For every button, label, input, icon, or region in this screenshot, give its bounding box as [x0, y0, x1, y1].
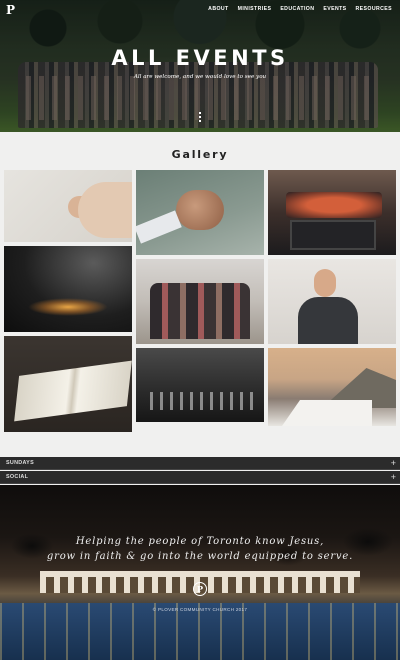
footer-banner: [0, 485, 400, 660]
gallery-image-open-bible[interactable]: [4, 336, 132, 432]
gallery-image-worship-stage[interactable]: [136, 348, 264, 422]
gallery-image-hands-prayer[interactable]: [4, 170, 132, 242]
nav-education[interactable]: EDUCATION: [280, 6, 314, 12]
hero-banner: P ABOUT MINISTRIES EDUCATION EVENTS RESO…: [0, 0, 400, 132]
footer-mission-line-2: grow in faith & go into the world equipp…: [46, 551, 354, 562]
nav-about[interactable]: ABOUT: [208, 6, 228, 12]
gallery-image-coastal-cliff[interactable]: [268, 348, 396, 426]
plus-icon: +: [390, 458, 396, 468]
hero-subtitle: All are welcome, and we would love to se…: [133, 74, 267, 80]
gallery-image-candles-dark[interactable]: [4, 246, 132, 332]
accordion-label: SUNDAYS: [6, 460, 34, 466]
footer-mission-line-1: Helping the people of Toronto know Jesus…: [75, 536, 325, 547]
nav-events[interactable]: EVENTS: [323, 6, 346, 12]
accordion-social[interactable]: SOCIAL +: [0, 471, 400, 484]
accordion-sundays[interactable]: SUNDAYS +: [0, 457, 400, 470]
main-nav: ABOUT MINISTRIES EDUCATION EVENTS RESOUR…: [208, 6, 392, 12]
scroll-indicator-icon[interactable]: [199, 112, 201, 124]
copyright-text: © PLOVER COMMUNITY CHURCH 2017: [152, 607, 248, 612]
gallery-image-bbq-grill[interactable]: [268, 170, 396, 255]
footer-logo[interactable]: P: [193, 582, 207, 596]
page-title: ALL EVENTS: [111, 46, 289, 70]
nav-resources[interactable]: RESOURCES: [356, 6, 392, 12]
nav-ministries[interactable]: MINISTRIES: [238, 6, 272, 12]
gallery-image-team-fist-bump[interactable]: [136, 170, 264, 255]
gallery-title: Gallery: [171, 148, 229, 161]
gallery-image-smiling-man[interactable]: [268, 259, 396, 344]
gallery-image-group-photo[interactable]: [136, 259, 264, 344]
plus-icon: +: [390, 472, 396, 482]
accordion-label: SOCIAL: [6, 474, 29, 480]
site-logo[interactable]: P: [6, 4, 18, 16]
